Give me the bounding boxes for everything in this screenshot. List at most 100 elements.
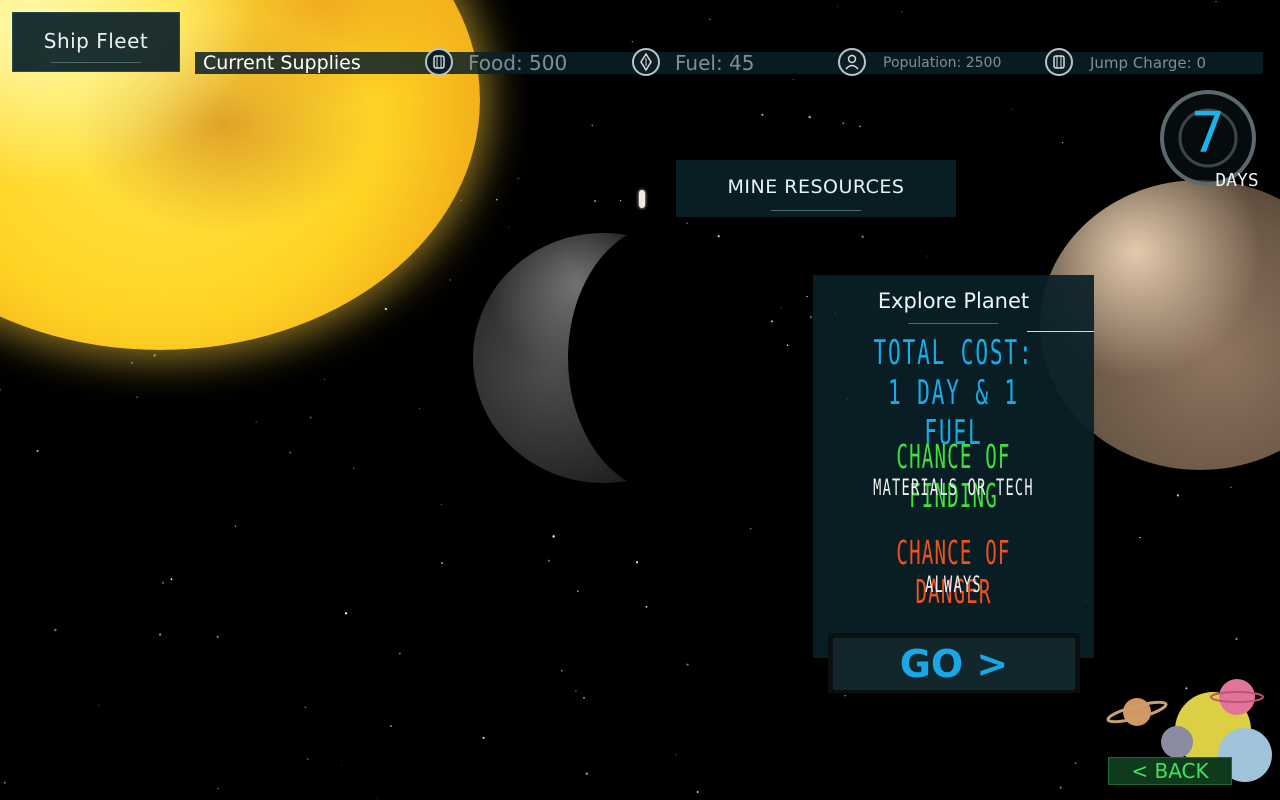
star: [136, 396, 138, 398]
chance-danger-heading: CHANCE OF DANGER: [896, 533, 1011, 611]
star: [675, 754, 677, 755]
star: [859, 125, 861, 128]
star: [577, 590, 579, 592]
star: [809, 315, 813, 319]
star: [289, 451, 292, 454]
star: [844, 695, 846, 697]
battery-icon: [1045, 48, 1073, 76]
star: [3, 781, 6, 784]
star: [344, 612, 348, 615]
person-icon: [838, 48, 866, 76]
star: [594, 200, 597, 203]
space-scene: Ship Fleet Current Supplies Food: 500 Fu…: [0, 0, 1280, 800]
star: [158, 633, 162, 636]
star: [441, 562, 443, 564]
star: [460, 199, 462, 202]
star: [1061, 141, 1064, 144]
star: [170, 578, 173, 581]
star: [635, 561, 639, 564]
star: [54, 628, 57, 632]
star: [1059, 786, 1062, 789]
star: [399, 652, 401, 655]
star: [153, 354, 156, 357]
player-ship: [639, 190, 645, 208]
star: [686, 663, 689, 666]
population-value: Population: 2500: [883, 55, 1002, 71]
star: [780, 306, 782, 308]
star: [1074, 762, 1077, 764]
star: [517, 177, 520, 180]
star: [575, 690, 577, 692]
star: [1235, 637, 1238, 641]
star: [808, 115, 811, 119]
star: [307, 758, 309, 760]
star: [1230, 486, 1232, 489]
star: [591, 124, 594, 127]
supplies-bar: Current Supplies Food: 500 Fuel: 45 Popu…: [195, 48, 1263, 76]
ship-fleet-label: Ship Fleet: [43, 29, 149, 53]
mine-resources-underline: [771, 210, 861, 211]
star: [482, 736, 485, 739]
star: [508, 226, 510, 228]
star: [717, 235, 720, 238]
star: [384, 307, 388, 311]
dark-planet: [473, 223, 768, 493]
explore-planet-panel: Explore Planet TOTAL COST: 1 DAY & 1 FUE…: [813, 275, 1094, 658]
star: [861, 235, 864, 238]
star: [36, 449, 39, 453]
star: [583, 696, 585, 699]
days-count: 7: [1191, 101, 1225, 166]
star: [547, 559, 550, 562]
star: [837, 5, 839, 7]
supplies-title: Current Supplies: [203, 52, 361, 74]
go-button-face: GO >: [833, 638, 1075, 690]
star: [234, 525, 237, 527]
fuel-drop-icon: [632, 48, 660, 76]
star: [98, 704, 100, 706]
star: [842, 122, 845, 125]
chance-finding-detail: MATERIALS OR TECH: [873, 476, 1034, 501]
star: [304, 706, 307, 709]
star: [552, 535, 555, 538]
star: [770, 320, 773, 323]
jump-charge-value: Jump Charge: 0: [1090, 54, 1207, 72]
star: [449, 279, 451, 281]
go-label: GO >: [899, 642, 1009, 686]
star: [353, 467, 355, 469]
food-value: Food: 500: [468, 51, 568, 75]
star: [1215, 0, 1217, 3]
star: [1139, 536, 1141, 539]
total-cost-line1: TOTAL COST:: [873, 333, 1034, 373]
star: [806, 295, 808, 298]
star: [0, 388, 2, 391]
star: [686, 222, 688, 224]
star: [419, 407, 421, 409]
chance-danger-detail: ALWAYS: [925, 573, 982, 598]
star: [786, 344, 789, 347]
mine-resources-label: MINE RESOURCES: [727, 176, 905, 198]
star: [496, 199, 498, 201]
star: [161, 581, 165, 584]
star: [441, 503, 443, 505]
star: [927, 255, 929, 257]
ship-fleet-underline: [51, 62, 141, 63]
star: [585, 772, 588, 775]
star: [761, 113, 764, 116]
star: [309, 416, 312, 419]
star: [324, 378, 325, 380]
star: [376, 798, 378, 800]
star: [560, 669, 563, 672]
barrel-icon: [425, 48, 453, 76]
star: [901, 11, 903, 13]
back-label: < BACK: [1131, 759, 1209, 783]
mine-resources-button[interactable]: MINE RESOURCES: [676, 160, 956, 217]
star: [792, 79, 794, 81]
star: [131, 361, 134, 364]
go-button[interactable]: GO >: [828, 633, 1080, 693]
star: [709, 18, 711, 20]
ship-fleet-button[interactable]: Ship Fleet: [12, 12, 180, 72]
explore-title: Explore Planet: [877, 289, 1030, 313]
star: [1011, 108, 1013, 110]
back-button[interactable]: < BACK: [1108, 757, 1232, 785]
explore-title-underline: [908, 323, 998, 324]
